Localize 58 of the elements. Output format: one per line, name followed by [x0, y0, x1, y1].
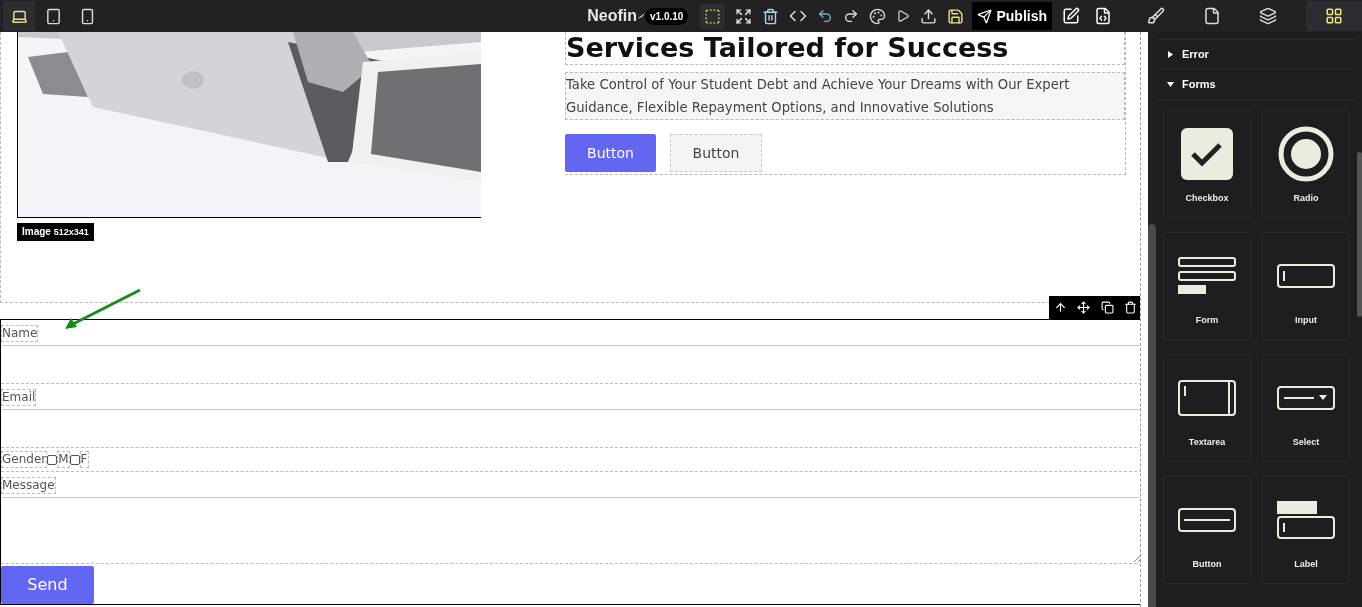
block-tile[interactable]: Label	[1262, 476, 1350, 584]
block-tile[interactable]: Select	[1262, 354, 1350, 462]
edit-icon[interactable]	[1062, 7, 1080, 25]
redo-icon[interactable]	[843, 8, 860, 24]
scrollbar-thumb[interactable]	[1148, 224, 1156, 607]
checkbox-icon	[1181, 128, 1233, 181]
arrow-up-icon[interactable]	[1054, 301, 1068, 314]
save-icon[interactable]	[947, 7, 965, 25]
caret-down-icon	[1167, 81, 1174, 88]
button-icon	[1178, 508, 1236, 533]
image-size-label: Image 512x341	[17, 223, 94, 241]
form-icon	[1178, 257, 1236, 296]
textarea-icon	[1178, 380, 1236, 417]
file-code-icon[interactable]	[1094, 7, 1112, 25]
category-header[interactable]: Forms	[1156, 70, 1357, 100]
checkbox[interactable]	[69, 454, 80, 465]
block-tile[interactable]: Form	[1163, 232, 1251, 340]
checkbox[interactable]	[47, 454, 58, 465]
publish-button[interactable]: Publish	[972, 2, 1052, 30]
copy-icon[interactable]	[1100, 301, 1114, 314]
paper-plane-icon	[977, 8, 993, 24]
option-label: F	[79, 451, 89, 468]
secondary-button[interactable]: Button	[670, 134, 762, 172]
palette-icon[interactable]	[869, 7, 887, 25]
scrollbar-thumb[interactable]	[1357, 152, 1362, 317]
grid-icon[interactable]	[1306, 1, 1362, 31]
caret-right-icon	[1167, 51, 1174, 58]
primary-button[interactable]: Button	[565, 134, 656, 172]
hero-paragraph: Take Control of Your Student Debt and Achieve Your Dreams with Our Expert Guidance, Flexible Repayment Options, and Innovative Solutions	[565, 72, 1125, 120]
block-tile[interactable]: Checkbox	[1163, 110, 1251, 218]
category-header[interactable]: Error	[1156, 40, 1357, 70]
option-label: M	[57, 451, 70, 468]
field-label: Name	[1, 325, 39, 342]
trash-icon[interactable]	[1123, 301, 1137, 314]
laptop-icon[interactable]	[3, 1, 35, 31]
version-badge: v1.0.10	[645, 7, 689, 25]
block-tile[interactable]: Input	[1262, 232, 1350, 340]
feather-icon	[637, 13, 646, 19]
fullscreen-icon[interactable]	[735, 7, 753, 25]
radio-icon	[1278, 126, 1334, 183]
grid-toggle-icon[interactable]	[700, 3, 726, 29]
hero-heading: Services Tailored for Success	[565, 32, 1125, 65]
play-icon[interactable]	[896, 9, 911, 23]
select-icon	[1277, 386, 1335, 411]
field-label: Email	[1, 389, 37, 406]
undo-icon[interactable]	[817, 8, 834, 24]
input-icon	[1277, 264, 1335, 289]
upload-icon[interactable]	[920, 7, 938, 25]
block-tile[interactable]: Textarea	[1163, 354, 1251, 462]
block-tile[interactable]: Radio	[1262, 110, 1350, 218]
block-tile[interactable]: Button	[1163, 476, 1251, 584]
move-icon[interactable]	[1077, 301, 1091, 314]
brand-logo: Neofin	[587, 6, 638, 26]
label-icon	[1277, 501, 1335, 540]
field-label: Message	[1, 477, 56, 494]
field-label: Gender	[1, 451, 48, 468]
send-button[interactable]: Send	[1, 566, 94, 604]
trash-icon[interactable]	[762, 7, 780, 25]
